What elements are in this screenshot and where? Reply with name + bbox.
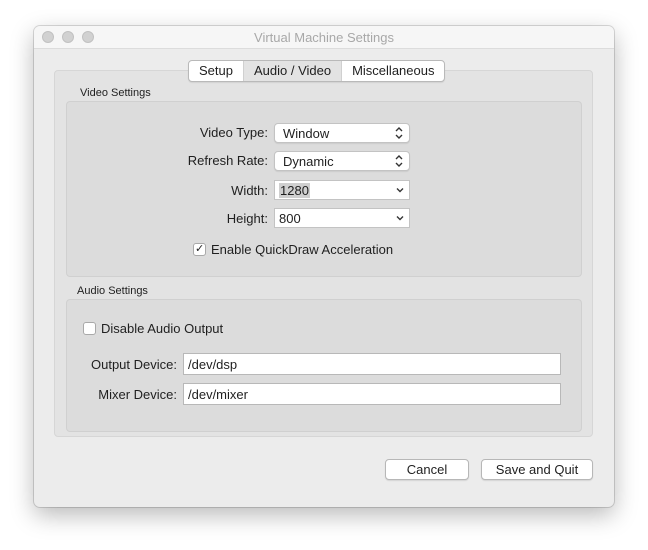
window-title: Virtual Machine Settings (254, 30, 394, 45)
output-device-value: /dev/dsp (188, 357, 238, 372)
width-combo[interactable]: 1280 (274, 180, 410, 200)
checkmark-icon: ✓ (195, 243, 205, 255)
output-device-label: Output Device: (91, 357, 177, 372)
mixer-device-label: Mixer Device: (98, 387, 177, 402)
updown-arrows-icon (395, 127, 403, 139)
tab-audio-video[interactable]: Audio / Video (242, 61, 342, 81)
quickdraw-checkbox[interactable]: ✓ (193, 243, 206, 256)
audio-settings-label: Audio Settings (77, 285, 148, 297)
disable-audio-label: Disable Audio Output (101, 321, 224, 336)
refresh-rate-label: Refresh Rate: (187, 153, 268, 168)
video-type-label: Video Type: (199, 125, 268, 140)
disable-audio-checkbox[interactable] (83, 322, 96, 335)
video-type-select[interactable]: Window (274, 123, 410, 143)
updown-arrows-icon (395, 155, 403, 167)
save-and-quit-button[interactable]: Save and Quit (481, 459, 593, 480)
video-settings-label: Video Settings (80, 87, 151, 99)
tab-miscellaneous[interactable]: Miscellaneous (341, 61, 444, 81)
width-value[interactable]: 1280 (279, 183, 310, 198)
settings-window: Virtual Machine Settings Setup Audio / V… (34, 26, 614, 507)
refresh-rate-value: Dynamic (283, 154, 334, 169)
mixer-device-field[interactable]: /dev/mixer (183, 383, 561, 405)
title-bar: Virtual Machine Settings (34, 26, 614, 49)
chevron-down-icon[interactable] (395, 213, 405, 223)
height-value[interactable]: 800 (279, 211, 301, 226)
tab-setup[interactable]: Setup (189, 61, 243, 81)
cancel-button[interactable]: Cancel (385, 459, 469, 480)
chevron-down-icon[interactable] (395, 185, 405, 195)
refresh-rate-select[interactable]: Dynamic (274, 151, 410, 171)
height-label: Height: (226, 211, 268, 226)
width-label: Width: (231, 183, 268, 198)
quickdraw-label: Enable QuickDraw Acceleration (211, 242, 394, 257)
mixer-device-value: /dev/mixer (188, 387, 248, 402)
video-type-value: Window (283, 126, 330, 141)
tab-bar: Setup Audio / Video Miscellaneous (188, 60, 446, 82)
height-combo[interactable]: 800 (274, 208, 410, 228)
output-device-field[interactable]: /dev/dsp (183, 353, 561, 375)
